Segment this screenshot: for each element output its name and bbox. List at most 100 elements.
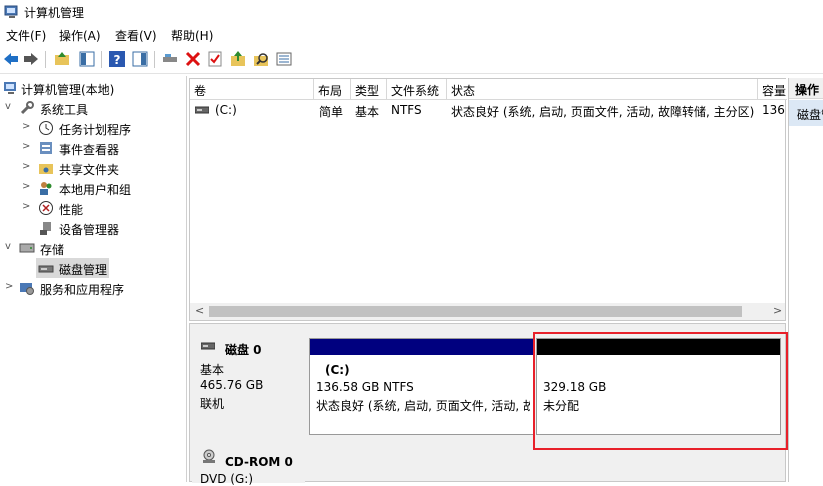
disk-icon: [38, 265, 54, 273]
svg-text:?: ?: [114, 53, 121, 67]
properties-icon[interactable]: [206, 50, 224, 68]
performance-icon: [39, 201, 53, 215]
menu-action[interactable]: 操作(A): [59, 27, 101, 44]
cdrom0-name: CD-ROM 0: [225, 455, 293, 469]
services-icon: [20, 283, 34, 295]
chevron-right-icon[interactable]: >: [22, 141, 32, 152]
partition-c[interactable]: (C:) 136.58 GB NTFS 状态良好 (系统, 启动, 页面文件, …: [309, 338, 535, 435]
disk0-size: 465.76 GB: [200, 378, 264, 392]
column-header-filesystem[interactable]: 文件系统: [387, 79, 447, 100]
delete-icon[interactable]: [184, 50, 202, 68]
computer-management-icon: [4, 5, 18, 18]
scrollbar-thumb[interactable]: [209, 306, 742, 317]
forward-arrow-icon[interactable]: [22, 50, 40, 68]
disk0-name: 磁盘 0: [225, 343, 262, 357]
cell-filesystem: NTFS: [391, 103, 422, 117]
cdrom0-label[interactable]: CD-ROM 0 DVD (G:): [192, 446, 305, 486]
tree-item-system-tools[interactable]: v 系统工具: [0, 98, 187, 118]
actions-pane: 操作 磁盘管: [788, 78, 823, 482]
scroll-right-icon[interactable]: >: [773, 304, 782, 317]
help-icon[interactable]: ?: [108, 50, 126, 68]
chevron-down-icon[interactable]: v: [5, 241, 15, 252]
cell-volume: (C:): [215, 103, 237, 117]
disk0-kind: 基本: [200, 363, 225, 377]
menu-view[interactable]: 查看(V): [115, 27, 157, 44]
toolbar-separator: [154, 51, 155, 68]
chevron-down-icon[interactable]: v: [5, 101, 15, 112]
event-log-icon: [40, 142, 52, 154]
device-manager-icon: [40, 222, 51, 235]
tree-item-label: 共享文件夹: [59, 163, 120, 177]
disk0-label[interactable]: 磁盘 0 基本 465.76 GB 联机: [192, 333, 305, 444]
cell-type: 基本: [355, 105, 380, 119]
cell-status: 状态良好 (系统, 启动, 页面文件, 活动, 故障转储, 主分区): [451, 105, 755, 119]
tree-item-device-manager[interactable]: 设备管理器: [0, 218, 187, 238]
actions-header: 操作: [789, 78, 823, 99]
tree-item-label: 性能: [59, 203, 84, 217]
toolbar-separator: [101, 51, 102, 68]
cell-layout: 简单: [319, 105, 344, 119]
users-icon: [40, 182, 52, 195]
cdrom0-kind: DVD (G:): [200, 472, 253, 486]
disk0-state: 联机: [200, 397, 225, 411]
toolbar: ?: [0, 46, 823, 74]
show-hide-action-pane-icon[interactable]: [131, 50, 149, 68]
tree-item-task-scheduler[interactable]: > 任务计划程序: [0, 118, 187, 138]
tree-item-storage[interactable]: v 存储: [0, 238, 187, 258]
chevron-right-icon[interactable]: >: [22, 161, 32, 172]
tree-item-label: 服务和应用程序: [40, 283, 125, 297]
menu-bar: 文件(F) 操作(A) 查看(V) 帮助(H): [0, 24, 823, 46]
tree-item-disk-management[interactable]: 磁盘管理: [36, 258, 109, 278]
clock-icon: [39, 121, 53, 135]
column-header-layout[interactable]: 布局: [314, 79, 351, 100]
scroll-left-icon[interactable]: <: [195, 304, 204, 317]
highlight-box: [533, 332, 788, 450]
connect-drive-icon[interactable]: [161, 50, 179, 68]
disk-icon: [201, 342, 215, 350]
column-header-status[interactable]: 状态: [447, 79, 758, 100]
cell-capacity: 136: [762, 103, 785, 117]
tree-item-label: 系统工具: [40, 103, 89, 117]
shared-folder-icon: [39, 164, 53, 174]
horizontal-scrollbar[interactable]: < >: [190, 303, 785, 320]
partition-color-band: [310, 339, 534, 355]
tree-item-shared-folders[interactable]: > 共享文件夹: [0, 158, 187, 178]
computer-management-icon: [4, 82, 16, 94]
tree-root[interactable]: 计算机管理(本地): [0, 78, 187, 98]
chevron-right-icon[interactable]: >: [5, 281, 15, 292]
title-bar: 计算机管理: [0, 0, 823, 24]
column-header-type[interactable]: 类型: [351, 79, 387, 100]
tree-item-label: 事件查看器: [59, 143, 120, 157]
tree-item-local-users[interactable]: > 本地用户和组: [0, 178, 187, 198]
back-arrow-icon[interactable]: [2, 50, 20, 68]
tree-item-services-apps[interactable]: > 服务和应用程序: [0, 278, 187, 298]
toolbar-separator: [45, 51, 46, 68]
chevron-right-icon[interactable]: >: [22, 121, 32, 132]
column-header-capacity[interactable]: 容量: [758, 79, 787, 100]
actions-item-disk-management[interactable]: 磁盘管: [789, 100, 823, 126]
show-hide-tree-icon[interactable]: [78, 50, 96, 68]
tree-item-label: 磁盘管理: [59, 263, 108, 277]
tree-item-performance[interactable]: > 性能: [0, 198, 187, 218]
partition-c-label: (C:): [325, 363, 350, 377]
volume-drive-icon: [195, 106, 209, 114]
tree-item-label: 任务计划程序: [59, 123, 132, 137]
search-folder-icon[interactable]: [252, 50, 270, 68]
tree-item-label: 存储: [40, 243, 65, 257]
tree-item-label: 本地用户和组: [59, 183, 132, 197]
navigation-tree: 计算机管理(本地) v 系统工具 > 任务计划程序 > 事件查看器 > 共享文件…: [0, 76, 187, 482]
column-header-volume[interactable]: 卷: [190, 79, 314, 100]
volume-list: 卷 布局 类型 文件系统 状态 容量 (C:) 简单 基本 NTFS 状态良好 …: [189, 78, 787, 321]
list-view-icon[interactable]: [275, 50, 293, 68]
tree-item-label: 设备管理器: [59, 223, 120, 237]
tree-item-event-viewer[interactable]: > 事件查看器: [0, 138, 187, 158]
dvd-drive-icon: [203, 449, 215, 463]
menu-file[interactable]: 文件(F): [6, 27, 46, 44]
partition-c-size: 136.58 GB NTFS: [316, 380, 414, 394]
chevron-right-icon[interactable]: >: [22, 181, 32, 192]
upload-folder-icon[interactable]: [229, 50, 247, 68]
tools-icon: [20, 101, 34, 115]
menu-help[interactable]: 帮助(H): [171, 27, 213, 44]
chevron-right-icon[interactable]: >: [22, 201, 32, 212]
up-folder-icon[interactable]: [53, 50, 71, 68]
